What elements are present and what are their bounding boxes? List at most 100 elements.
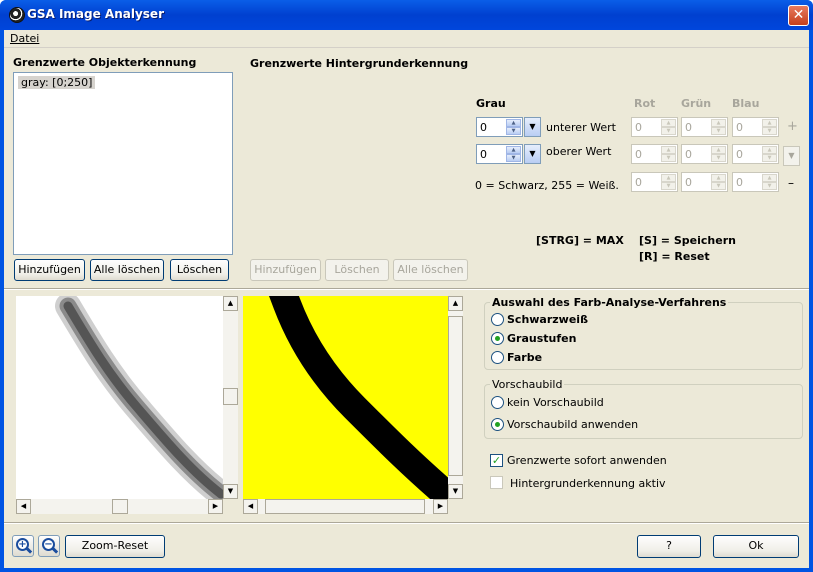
red-third-spinbox[interactable]: 0 ▲ ▼ bbox=[631, 172, 678, 192]
radio-grayscale[interactable] bbox=[491, 332, 504, 345]
spin-down-icon[interactable]: ▼ bbox=[506, 154, 521, 162]
scroll-thumb[interactable] bbox=[448, 316, 463, 476]
spin-up-icon[interactable]: ▲ bbox=[506, 146, 521, 154]
original-vscroll[interactable]: ▲ ▼ bbox=[223, 296, 238, 499]
object-delete-button[interactable]: Löschen bbox=[170, 259, 229, 281]
background-clear-all-button[interactable]: Alle löschen bbox=[393, 259, 468, 281]
zoom-reset-button[interactable]: Zoom-Reset bbox=[65, 535, 165, 558]
menu-file[interactable]: Datei bbox=[10, 32, 39, 45]
spin-down-icon[interactable]: ▼ bbox=[711, 182, 726, 190]
background-add-button[interactable]: Hinzufügen bbox=[250, 259, 321, 281]
zoom-in-button[interactable]: + bbox=[12, 535, 34, 557]
preview-vscroll[interactable]: ▲ ▼ bbox=[448, 296, 463, 499]
background-section-title: Grenzwerte Hintergrunderkennung bbox=[250, 57, 469, 70]
spin-up-icon[interactable]: ▲ bbox=[762, 119, 777, 127]
radio-bw[interactable] bbox=[491, 313, 504, 326]
spin-up-icon[interactable]: ▲ bbox=[762, 174, 777, 182]
scroll-down-icon[interactable]: ▼ bbox=[223, 484, 238, 499]
scroll-left-icon[interactable]: ◀ bbox=[243, 499, 258, 514]
green-third-spinbox[interactable]: 0 ▲ ▼ bbox=[681, 172, 728, 192]
blue-third-spinbox[interactable]: 0 ▲ ▼ bbox=[732, 172, 779, 192]
gray-upper-dropdown-icon[interactable]: ▼ bbox=[524, 144, 541, 164]
title-bar[interactable]: GSA Image Analyser ✕ bbox=[0, 0, 813, 30]
color-dropdown-icon[interactable]: ▼ bbox=[783, 146, 800, 166]
apply-immediately-checkbox[interactable]: ✓ bbox=[490, 454, 503, 467]
scroll-left-icon[interactable]: ◀ bbox=[16, 499, 31, 514]
preview-image-view[interactable] bbox=[243, 296, 448, 499]
original-image-view[interactable] bbox=[16, 296, 223, 499]
spin-down-icon[interactable]: ▼ bbox=[661, 154, 676, 162]
spin-down-icon[interactable]: ▼ bbox=[711, 127, 726, 135]
radio-grayscale-label[interactable]: Graustufen bbox=[507, 332, 576, 345]
lower-value-label: unterer Wert bbox=[546, 121, 616, 134]
radio-color-label[interactable]: Farbe bbox=[507, 351, 542, 364]
spin-down-icon[interactable]: ▼ bbox=[661, 182, 676, 190]
spin-up-icon[interactable]: ▲ bbox=[661, 146, 676, 154]
zoom-handle bbox=[25, 547, 33, 554]
background-active-checkbox[interactable] bbox=[490, 476, 503, 489]
zoom-out-button[interactable]: − bbox=[38, 535, 60, 557]
scroll-thumb[interactable] bbox=[265, 499, 425, 514]
object-section-title: Grenzwerte Objekterkennung bbox=[13, 56, 197, 69]
object-threshold-list[interactable]: gray: [0;250] bbox=[13, 72, 233, 255]
gray-lower-spinbox[interactable]: 0 ▲ ▼ bbox=[476, 117, 523, 137]
red-lower-spinbox[interactable]: 0 ▲ ▼ bbox=[631, 117, 678, 137]
gray-upper-spinbox[interactable]: 0 ▲ ▼ bbox=[476, 144, 523, 164]
spin-down-icon[interactable]: ▼ bbox=[762, 127, 777, 135]
blue-upper-value: 0 bbox=[736, 148, 743, 161]
close-button[interactable]: ✕ bbox=[788, 5, 809, 26]
spin-up-icon[interactable]: ▲ bbox=[711, 146, 726, 154]
list-item[interactable]: gray: [0;250] bbox=[18, 76, 96, 89]
spin-down-icon[interactable]: ▼ bbox=[661, 127, 676, 135]
spin-up-icon[interactable]: ▲ bbox=[661, 174, 676, 182]
spin-up-icon[interactable]: ▲ bbox=[711, 119, 726, 127]
spin-up-icon[interactable]: ▲ bbox=[661, 119, 676, 127]
apply-immediately-label[interactable]: Grenzwerte sofort anwenden bbox=[507, 454, 667, 467]
ok-button[interactable]: Ok bbox=[713, 535, 799, 558]
original-hscroll[interactable]: ◀ ▶ bbox=[16, 499, 223, 514]
spin-up-icon[interactable]: ▲ bbox=[711, 174, 726, 182]
spin-up-icon[interactable]: ▲ bbox=[506, 119, 521, 127]
client-area: Datei Grenzwerte Objekterkennung gray: [… bbox=[4, 30, 809, 568]
blue-upper-spinbox[interactable]: 0 ▲ ▼ bbox=[732, 144, 779, 164]
menu-bar: Datei bbox=[4, 30, 809, 48]
background-active-label[interactable]: Hintergrunderkennung aktiv bbox=[510, 477, 666, 490]
spin-down-icon[interactable]: ▼ bbox=[711, 154, 726, 162]
blue-lower-spinbox[interactable]: 0 ▲ ▼ bbox=[732, 117, 779, 137]
scroll-up-icon[interactable]: ▲ bbox=[448, 296, 463, 311]
scroll-down-icon[interactable]: ▼ bbox=[448, 484, 463, 499]
spin-up-icon[interactable]: ▲ bbox=[762, 146, 777, 154]
scroll-thumb[interactable] bbox=[223, 388, 238, 405]
radio-apply-preview-label[interactable]: Vorschaubild anwenden bbox=[507, 418, 638, 431]
radio-no-preview-label[interactable]: kein Vorschaubild bbox=[507, 396, 604, 409]
background-delete-button[interactable]: Löschen bbox=[325, 259, 389, 281]
red-upper-spinbox[interactable]: 0 ▲ ▼ bbox=[631, 144, 678, 164]
spin-down-icon[interactable]: ▼ bbox=[762, 154, 777, 162]
object-clear-all-button[interactable]: Alle löschen bbox=[90, 259, 164, 281]
red-upper-value: 0 bbox=[635, 148, 642, 161]
red-label: Rot bbox=[634, 97, 656, 110]
red-third-value: 0 bbox=[635, 176, 642, 189]
spin-down-icon[interactable]: ▼ bbox=[762, 182, 777, 190]
spin-down-icon[interactable]: ▼ bbox=[506, 127, 521, 135]
plus-icon[interactable]: + bbox=[787, 119, 798, 134]
green-lower-spinbox[interactable]: 0 ▲ ▼ bbox=[681, 117, 728, 137]
radio-color[interactable] bbox=[491, 351, 504, 364]
object-add-button[interactable]: Hinzufügen bbox=[14, 259, 85, 281]
blue-label: Blau bbox=[732, 97, 760, 110]
scroll-right-icon[interactable]: ▶ bbox=[208, 499, 223, 514]
scroll-up-icon[interactable]: ▲ bbox=[223, 296, 238, 311]
radio-bw-label[interactable]: Schwarzweiß bbox=[507, 313, 588, 326]
radio-apply-preview[interactable] bbox=[491, 418, 504, 431]
scroll-thumb[interactable] bbox=[112, 499, 128, 514]
green-upper-spinbox[interactable]: 0 ▲ ▼ bbox=[681, 144, 728, 164]
help-button[interactable]: ? bbox=[637, 535, 701, 558]
gray-upper-value: 0 bbox=[480, 148, 487, 161]
minus-icon[interactable]: – bbox=[788, 176, 794, 190]
preview-hscroll[interactable]: ◀ ▶ bbox=[243, 499, 448, 514]
scroll-right-icon[interactable]: ▶ bbox=[433, 499, 448, 514]
gray-lower-dropdown-icon[interactable]: ▼ bbox=[524, 117, 541, 137]
shortcut-reset: [R] = Reset bbox=[639, 250, 710, 263]
radio-no-preview[interactable] bbox=[491, 396, 504, 409]
green-third-value: 0 bbox=[685, 176, 692, 189]
